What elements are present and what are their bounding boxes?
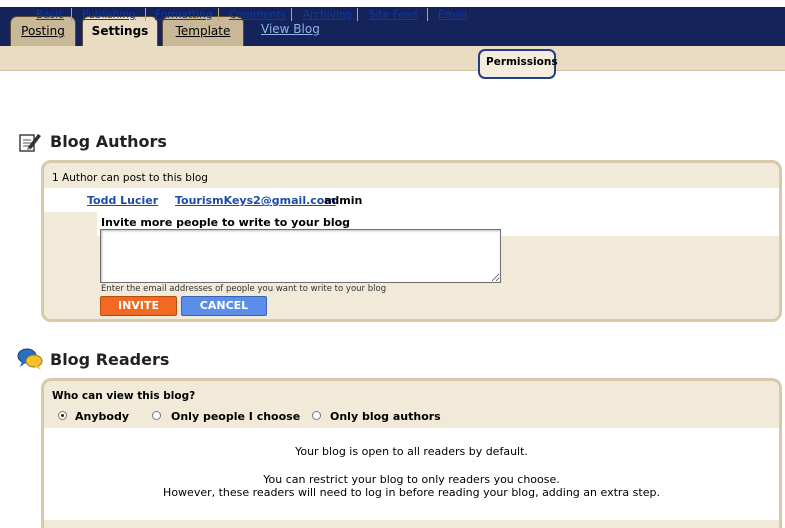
author-row: Todd Lucier TourismKeys2@gmail.com admin: [44, 188, 779, 212]
tab-view-blog[interactable]: View Blog: [261, 22, 320, 36]
invite-label: Invite more people to write to your blog: [101, 216, 351, 229]
blog-readers-box: Who can view this blog? Anybody Only peo…: [41, 378, 782, 528]
blog-authors-box: 1 Author can post to this blog Todd Luci…: [41, 160, 782, 322]
radio-anybody[interactable]: [58, 411, 67, 420]
readers-info-line2: You can restrict your blog to only reade…: [263, 473, 560, 486]
author-count: 1 Author can post to this blog: [52, 172, 208, 184]
subnav-email[interactable]: Email: [438, 9, 467, 21]
invite-hint: Enter the email addresses of people you …: [101, 284, 387, 294]
subnav-archiving[interactable]: Archiving: [303, 9, 352, 21]
blog-readers-title: Blog Readers: [50, 350, 170, 369]
author-email-link[interactable]: TourismKeys2@gmail.com: [175, 194, 336, 207]
subnav-basic[interactable]: Basic: [36, 9, 64, 21]
radio-only-blog-authors-label[interactable]: Only blog authors: [330, 410, 441, 423]
subnav-separator: [291, 8, 292, 21]
subnav-separator: [145, 8, 146, 21]
readers-info-panel: Your blog is open to all readers by defa…: [44, 428, 779, 520]
blog-authors-title: Blog Authors: [50, 132, 167, 151]
subnav-comments[interactable]: Comments: [229, 9, 286, 21]
cancel-button[interactable]: CANCEL: [181, 296, 267, 316]
radio-only-blog-authors[interactable]: [312, 411, 321, 420]
subnav-separator: [71, 8, 72, 21]
readers-question: Who can view this blog?: [52, 390, 196, 402]
subnav-site-feed[interactable]: Site Feed: [369, 9, 418, 21]
subnav-formatting[interactable]: Formatting: [155, 9, 212, 21]
radio-anybody-label[interactable]: Anybody: [75, 410, 129, 423]
subnav-permissions[interactable]: Permissions: [486, 56, 558, 68]
settings-subnav: [0, 46, 785, 71]
author-role: admin: [324, 194, 363, 207]
invite-button[interactable]: INVITE: [100, 296, 177, 316]
author-name-link[interactable]: Todd Lucier: [87, 194, 158, 207]
subnav-separator: [427, 8, 428, 21]
subnav-separator: [357, 8, 358, 21]
readers-info-line1: Your blog is open to all readers by defa…: [295, 445, 528, 458]
edit-pencil-icon: [19, 134, 41, 152]
radio-only-people-i-choose-label[interactable]: Only people I choose: [171, 410, 300, 423]
subnav-separator: [218, 8, 219, 21]
invite-email-input[interactable]: [100, 229, 501, 283]
people-chat-icon: [17, 348, 43, 370]
radio-only-people-i-choose[interactable]: [152, 411, 161, 420]
readers-info-line3: However, these readers will need to log …: [163, 486, 660, 499]
subnav-publishing[interactable]: Publishing: [82, 9, 136, 21]
